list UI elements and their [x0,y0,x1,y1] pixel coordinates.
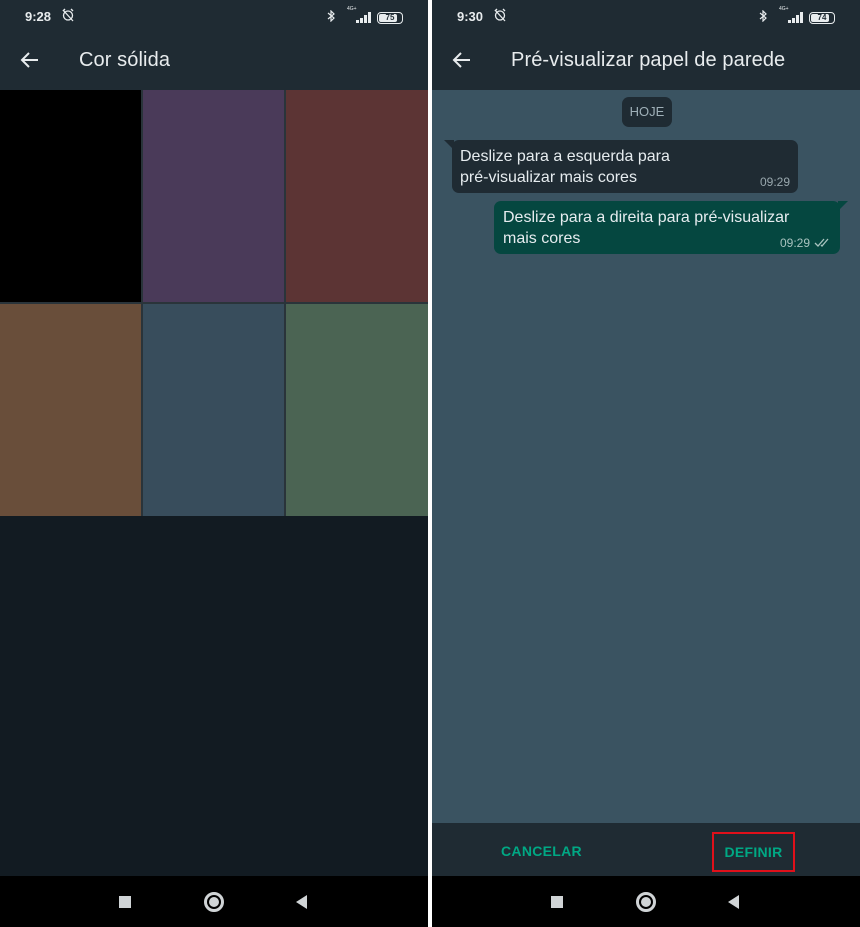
color-swatch-red[interactable] [286,90,428,302]
status-time: 9:28 [25,9,52,24]
home-button[interactable] [204,892,224,912]
system-nav-bar [0,876,428,927]
back-button[interactable] [296,895,307,909]
message-time: 09:29 [779,236,810,250]
battery-icon: 75 [377,12,403,24]
alarm-off-icon [494,8,506,22]
solid-color-screen: 9:28 4G+ 75 Cor sólida [0,0,428,927]
alarm-off-icon [62,8,74,22]
color-swatch-grid [0,90,428,516]
recents-button[interactable] [551,896,563,908]
battery-level: 74 [817,13,827,22]
app-bar: Cor sólida [0,30,428,90]
color-swatch-green[interactable] [286,304,428,516]
status-bar: 9:28 4G+ 75 [0,0,428,30]
message-text: Deslize para a esquerda para pré-visuali… [460,148,670,186]
battery-level: 75 [385,13,395,22]
system-nav-bar [432,876,860,927]
back-arrow-icon[interactable] [452,50,472,70]
message-time: 09:29 [759,175,790,189]
status-bar: 9:30 4G+ 74 [432,0,860,30]
outgoing-message: Deslize para a direita para pré-visualiz… [494,201,848,254]
color-swatch-purple[interactable] [143,90,284,302]
color-swatch-black[interactable] [0,90,141,302]
page-title: Pré-visualizar papel de parede [511,49,786,71]
back-arrow-icon[interactable] [20,50,40,70]
wallpaper-preview-screen: 9:30 4G+ 74 Pré-visualizar papel de pare… [432,0,860,927]
double-check-icon [814,238,829,247]
cancel-button[interactable]: CANCELAR [501,843,582,859]
color-swatch-brown[interactable] [0,304,141,516]
battery-icon: 74 [809,12,835,24]
message-meta: 09:29 [760,176,790,188]
set-wallpaper-button[interactable]: DEFINIR [712,832,795,872]
signal-icon [356,12,371,23]
date-chip: HOJE [622,97,672,127]
bluetooth-icon [759,10,767,22]
action-bar: CANCELAR DEFINIR [432,823,860,876]
app-bar: Pré-visualizar papel de parede [432,30,860,90]
color-swatch-blue-gray[interactable] [143,304,284,516]
back-button[interactable] [728,895,739,909]
bluetooth-icon [327,10,335,22]
incoming-message: Deslize para a esquerda para pré-visuali… [444,140,798,193]
home-button[interactable] [636,892,656,912]
status-time: 9:30 [457,9,484,24]
signal-icon [788,12,803,23]
page-title: Cor sólida [79,49,171,71]
message-meta: 09:29 [780,237,832,249]
recents-button[interactable] [119,896,131,908]
